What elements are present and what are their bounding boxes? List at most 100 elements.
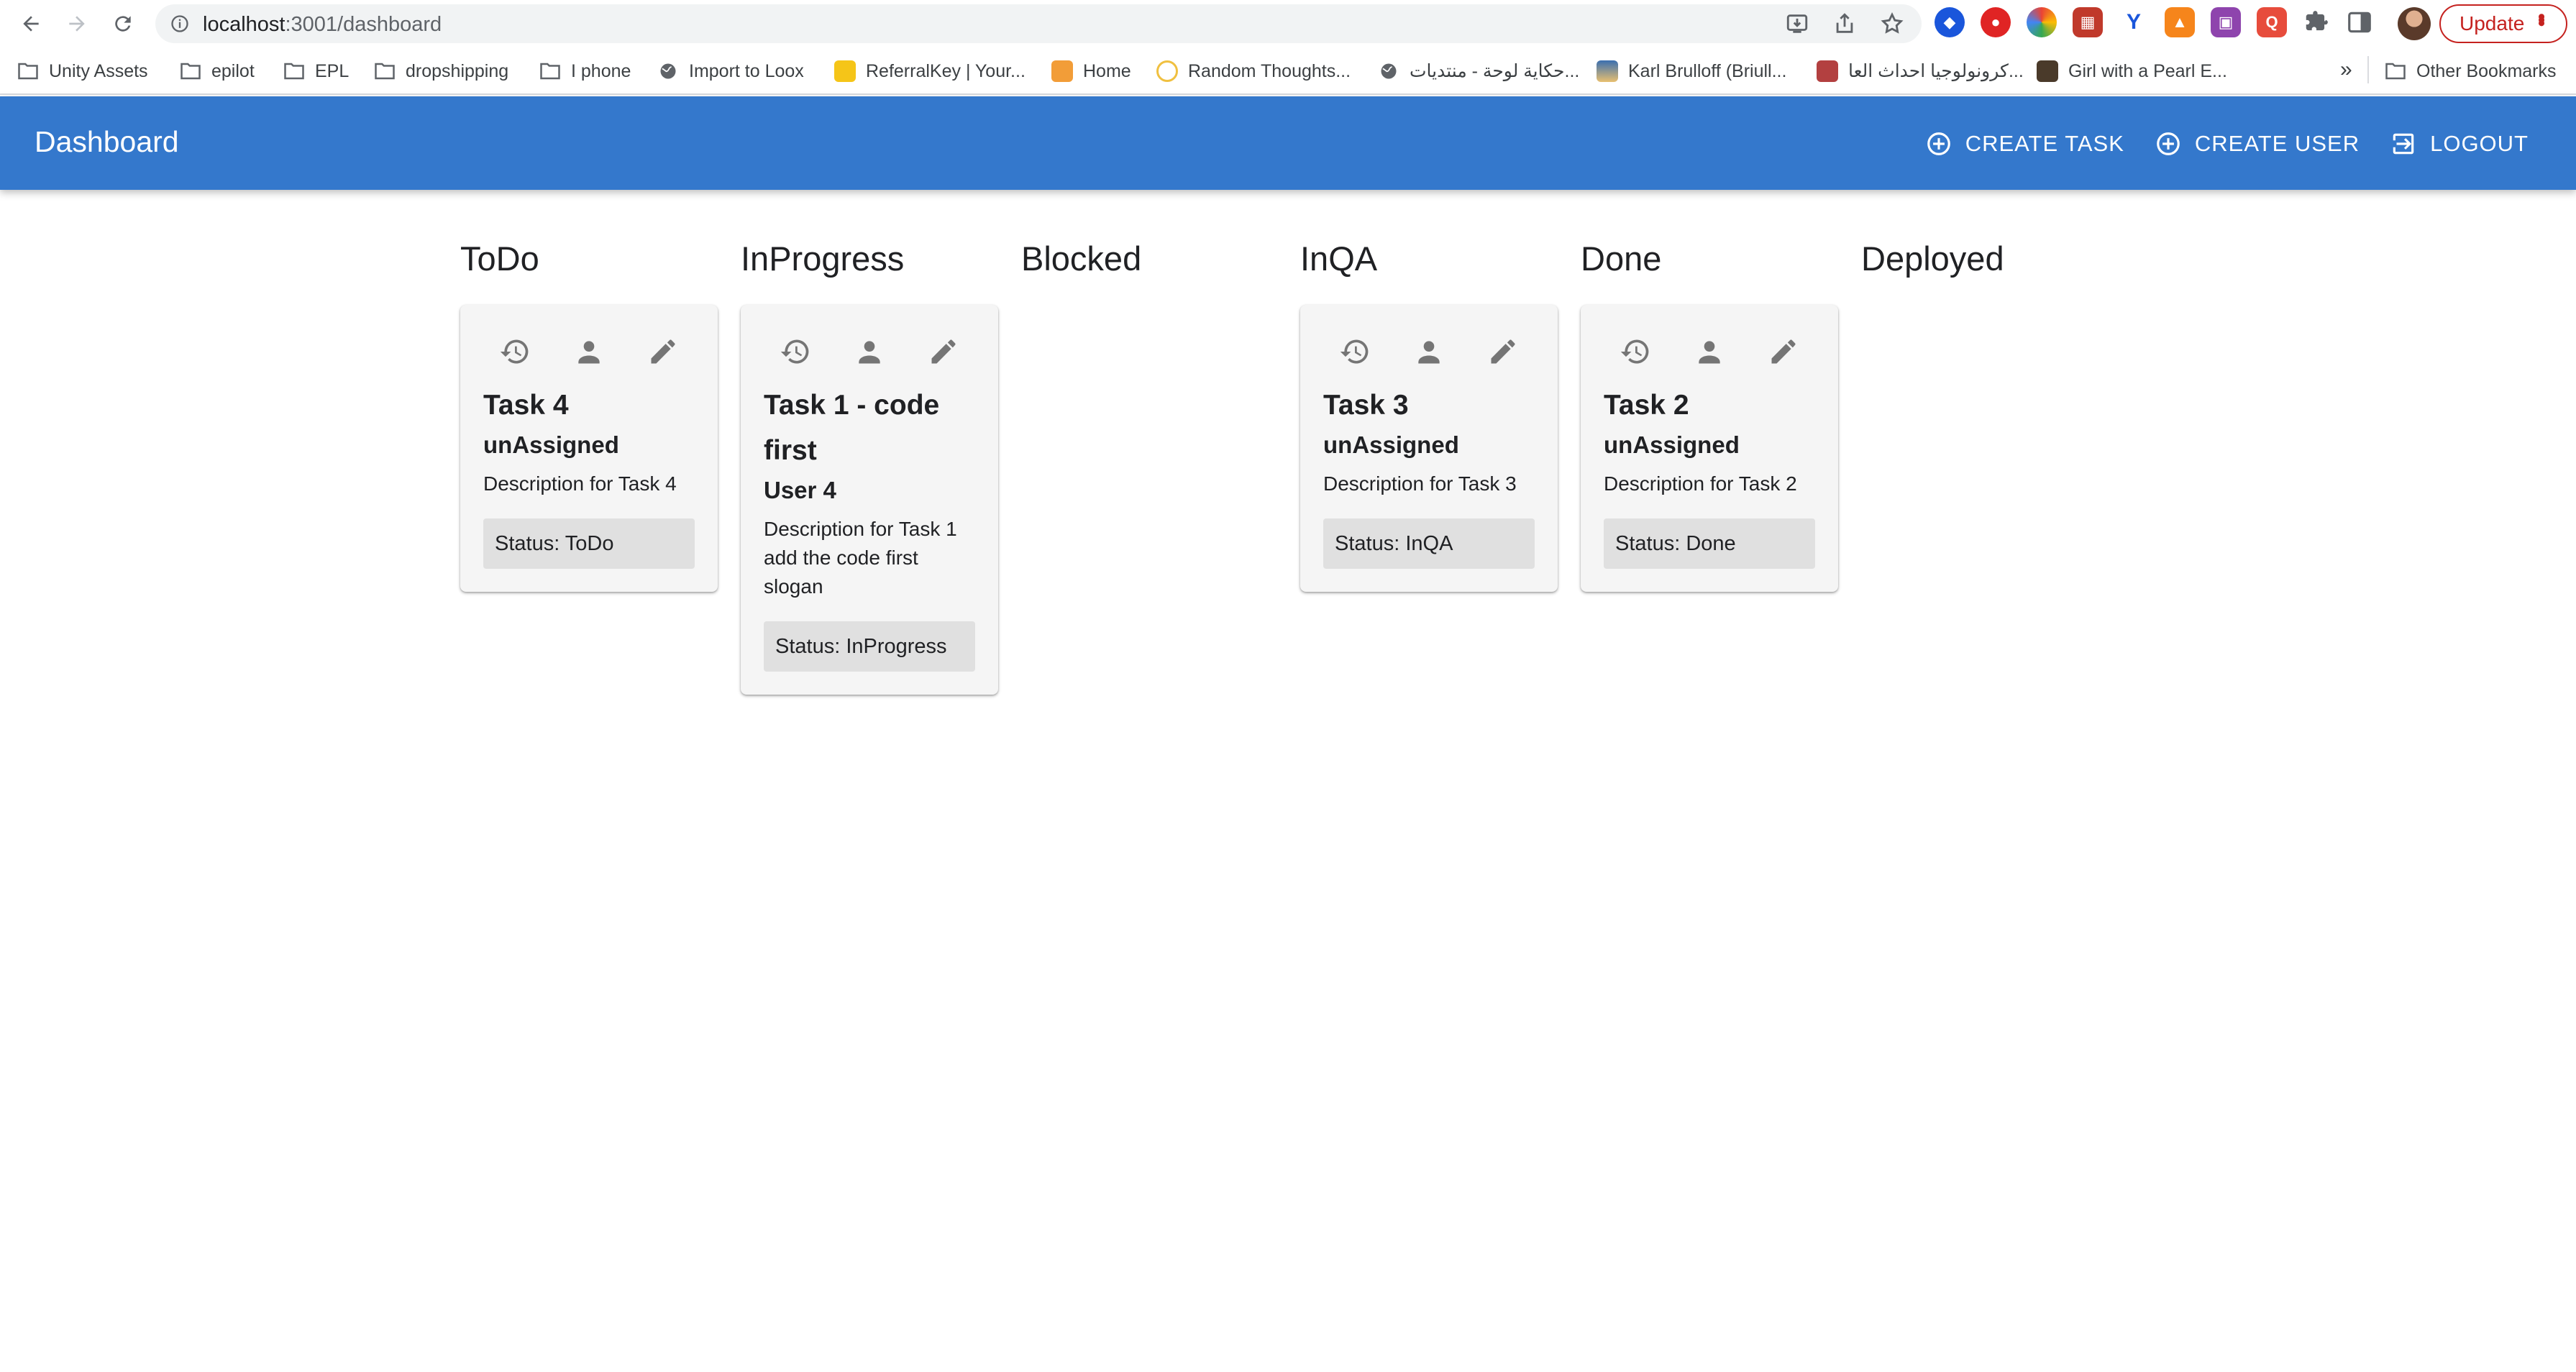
extension-icon[interactable]: ▦ [2073,7,2103,37]
column-done: Done Task 2 unAssigned Description for T… [1581,237,1840,592]
extension-icon[interactable]: ▣ [2211,7,2241,37]
task-assignee: unAssigned [1604,431,1740,458]
metamask-icon[interactable]: ▲ [2165,7,2195,37]
column-title: InProgress [741,239,905,278]
bookmark-item[interactable]: Girl with a Pearl E... [2037,58,2227,85]
bookmark-item[interactable]: epilot [180,58,255,85]
status-badge: Status: InQA [1323,518,1535,569]
bookmark-item[interactable]: حكاية لوحة - منتديات... [1378,58,1579,85]
edit-pencil-icon[interactable] [1768,336,1799,367]
task-card[interactable]: Task 1 - code first User 4 Description f… [741,305,998,695]
history-icon[interactable] [1339,336,1371,367]
bookmark-item[interactable]: Random Thoughts... [1156,58,1351,85]
extension-icon[interactable]: Q [2257,7,2287,37]
kanban-board: ToDo Task 4 unAssigned Description for T… [460,237,2114,956]
bookmark-item[interactable]: dropshipping [374,58,508,85]
task-assignee: unAssigned [1323,431,1459,458]
person-icon[interactable] [1694,336,1725,367]
status-badge: Status: Done [1604,518,1815,569]
column-blocked: Blocked [1021,237,1280,280]
history-icon[interactable] [1620,336,1651,367]
browser-toolbar: localhost:3001/dashboard ◆ ● ▦ Y ▲ ▣ Q U… [0,0,2576,47]
other-bookmarks[interactable]: Other Bookmarks [2385,58,2557,85]
column-title: InQA [1300,239,1378,278]
task-card[interactable]: Task 3 unAssigned Description for Task 3… [1300,305,1558,592]
bookmark-star-icon[interactable] [1880,12,1904,36]
share-icon[interactable] [1832,12,1857,36]
reload-icon [115,16,131,32]
update-label: Update [2459,12,2525,35]
forward-button[interactable] [60,7,93,40]
history-icon[interactable] [499,336,531,367]
status-badge: Status: ToDo [483,518,695,569]
person-icon[interactable] [573,336,605,367]
column-deployed: Deployed [1861,237,2120,280]
person-icon[interactable] [1413,336,1445,367]
edit-pencil-icon[interactable] [928,336,959,367]
edit-pencil-icon[interactable] [647,336,679,367]
create-task-label: CREATE TASK [1965,131,2124,156]
extension-icon[interactable]: ● [1981,7,2011,37]
referralkey-favicon-icon [834,60,856,82]
other-bookmarks-label: Other Bookmarks [2416,60,2557,81]
column-title: ToDo [460,239,539,278]
bookmark-separator [2367,56,2369,83]
extension-icon[interactable] [2027,7,2057,37]
task-description: Description for Task 1 add the code firs… [764,518,957,598]
bookmark-item[interactable]: Home [1051,58,1131,85]
folder-icon [284,63,304,80]
bookmark-item[interactable]: Unity Assets [17,58,148,85]
bookmark-label: EPL [315,60,350,81]
folder-icon [181,63,201,80]
add-circle-icon [2157,132,2180,155]
profile-avatar[interactable] [2398,7,2431,40]
logout-label: LOGOUT [2430,131,2529,156]
bookmark-item[interactable]: I phone [539,58,631,85]
person-icon[interactable] [854,336,885,367]
folder-icon [375,63,395,80]
address-bar[interactable]: localhost:3001/dashboard [155,4,1922,43]
info-icon[interactable] [170,14,190,34]
puzzle-icon[interactable] [2303,9,2330,36]
task-assignee: User 4 [764,477,836,503]
bookmark-item[interactable]: ReferralKey | Your... [834,58,1026,85]
install-app-icon[interactable] [1785,12,1809,36]
create-user-button[interactable]: CREATE USER [2150,125,2364,163]
more-bookmarks-button[interactable]: » [2340,58,2352,82]
menu-dots-icon: ••• [2529,13,2553,23]
bookmark-item[interactable]: كرونولوجيا احداث العا... [1817,58,2024,85]
back-button[interactable] [14,7,47,40]
bookmark-label: Girl with a Pearl E... [2068,60,2227,81]
bookmark-item[interactable]: EPL [283,58,349,85]
side-panel-icon[interactable] [2346,9,2373,36]
bookmark-label: حكاية لوحة - منتديات... [1410,61,1580,81]
task-assignee: unAssigned [483,431,619,458]
task-card[interactable]: Task 2 unAssigned Description for Task 2… [1581,305,1838,592]
extension-icon[interactable]: Y [2119,7,2149,37]
bookmark-item[interactable]: Karl Brulloff (Briull... [1597,58,1786,85]
task-card[interactable]: Task 4 unAssigned Description for Task 4… [460,305,718,592]
extension-icon[interactable]: ◆ [1935,7,1965,37]
folder-icon [18,63,38,80]
create-task-button[interactable]: CREATE TASK [1921,125,2129,163]
history-icon[interactable] [780,336,811,367]
bookmark-item[interactable]: Import to Loox [657,58,804,85]
folder-icon [540,63,560,80]
bookmark-label: Random Thoughts... [1188,60,1351,81]
extensions-bar: ◆ ● ▦ Y ▲ ▣ Q [1935,7,2373,37]
add-circle-icon [1927,132,1950,155]
reload-button[interactable] [106,7,140,40]
url-text: localhost:3001/dashboard [203,13,442,36]
update-button[interactable]: Update ••• [2439,4,2567,43]
status-badge: Status: InProgress [764,621,975,672]
page-title: Dashboard [35,125,179,158]
logout-button[interactable]: LOGOUT [2385,125,2533,163]
bookmark-label: Karl Brulloff (Briull... [1628,60,1787,81]
bookmarks-bar: Unity Assets epilot EPL dropshipping I p… [0,47,2576,95]
bookmark-label: Home [1083,60,1131,81]
pearl-earring-favicon-icon [2037,60,2058,82]
edit-pencil-icon[interactable] [1487,336,1519,367]
bookmark-label: كرونولوجيا احداث العا... [1848,61,2024,81]
bookmark-label: I phone [571,60,631,81]
bookmark-label: ReferralKey | Your... [866,60,1026,81]
